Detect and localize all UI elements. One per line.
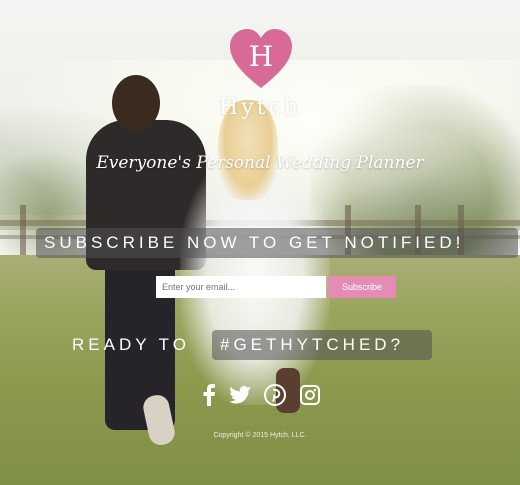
hashtag-banner: #GETHYTCHED? (212, 330, 432, 360)
hytch-logo-heart: H (228, 28, 294, 90)
subscribe-button[interactable]: Subscribe (328, 276, 396, 298)
twitter-icon[interactable] (228, 383, 252, 407)
facebook-icon[interactable] (197, 383, 221, 407)
instagram-icon[interactable] (298, 383, 322, 407)
email-input[interactable] (156, 276, 326, 298)
svg-text:H: H (249, 40, 273, 73)
landing-page: H Hytch Everyone's Personal Wedding Plan… (0, 0, 520, 485)
brand-name: Hytch (219, 95, 301, 120)
pinterest-icon[interactable] (263, 383, 287, 407)
tagline: Everyone's Personal Wedding Planner (96, 153, 424, 173)
copyright-text: Copyright © 2015 Hytch, LLC. (213, 432, 307, 439)
subscribe-banner-text: SUBSCRIBE NOW TO GET NOTIFIED! (44, 233, 465, 252)
ready-to-text: READY TO (72, 335, 190, 354)
subscribe-banner: SUBSCRIBE NOW TO GET NOTIFIED! (36, 228, 518, 258)
hashtag-text: #GETHYTCHED? (220, 335, 405, 354)
